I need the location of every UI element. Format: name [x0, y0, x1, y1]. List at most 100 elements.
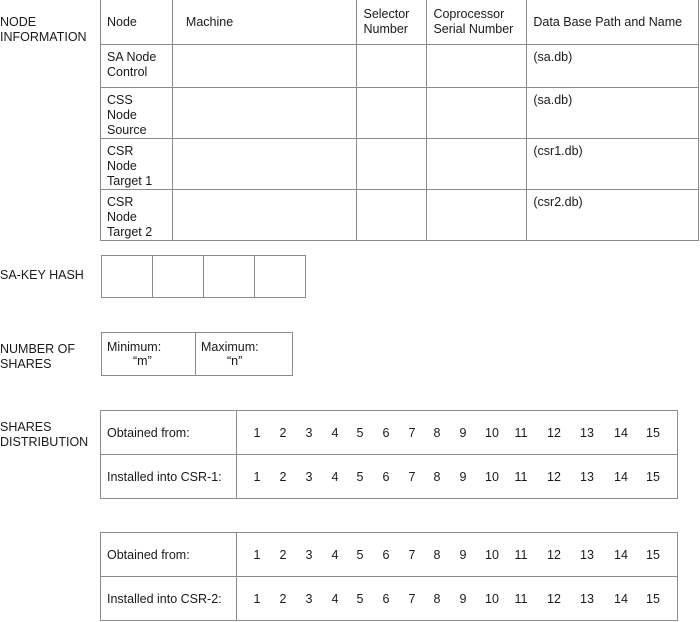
- node-cell: SA Node Control: [100, 44, 173, 88]
- share-number[interactable]: 12: [547, 592, 561, 606]
- header-coprocessor-serial-number: Coprocessor Serial Number: [426, 0, 528, 45]
- share-number[interactable]: 14: [614, 470, 628, 484]
- database-cell: (csr1.db): [526, 138, 699, 190]
- share-number[interactable]: 11: [515, 548, 528, 562]
- share-number[interactable]: 2: [280, 470, 287, 484]
- share-number[interactable]: 5: [357, 548, 364, 562]
- share-number[interactable]: 8: [434, 426, 441, 440]
- share-number[interactable]: 1: [254, 470, 261, 484]
- machine-cell[interactable]: [171, 44, 358, 88]
- obtained-row: Obtained from: 1 2 3 4 5 6 7 8 9 10 11 12 13 14 15: [100, 532, 678, 577]
- share-number[interactable]: 1: [254, 426, 261, 440]
- share-number[interactable]: 12: [547, 548, 561, 562]
- share-number[interactable]: 4: [332, 470, 339, 484]
- share-number[interactable]: 2: [280, 548, 287, 562]
- table-row: SA Node Control (sa.db): [100, 44, 699, 88]
- shares-distribution-table-csr2: Obtained from: 1 2 3 4 5 6 7 8 9 10 11 12 13 14 15 Ins…: [100, 532, 678, 621]
- share-number[interactable]: 10: [485, 470, 499, 484]
- share-number[interactable]: 6: [383, 592, 390, 606]
- share-number[interactable]: 5: [357, 592, 364, 606]
- share-number[interactable]: 6: [383, 548, 390, 562]
- number-of-shares-label: NUMBER OF SHARES: [0, 342, 75, 371]
- share-number[interactable]: 7: [409, 592, 416, 606]
- hash-box[interactable]: [152, 255, 204, 298]
- share-number[interactable]: 8: [434, 592, 441, 606]
- selector-cell[interactable]: [356, 44, 428, 88]
- share-number[interactable]: 9: [460, 592, 467, 606]
- table-row: CSS Node Source (sa.db): [100, 87, 699, 139]
- share-number[interactable]: 2: [280, 426, 287, 440]
- share-number[interactable]: 10: [485, 592, 499, 606]
- share-number[interactable]: 4: [332, 548, 339, 562]
- node-information-label: NODE INFORMATION: [0, 15, 87, 44]
- share-number[interactable]: 15: [646, 592, 660, 606]
- selector-cell[interactable]: [356, 189, 428, 241]
- serial-cell[interactable]: [426, 44, 528, 88]
- share-number[interactable]: 3: [306, 548, 313, 562]
- share-number[interactable]: 13: [580, 470, 594, 484]
- share-number[interactable]: 11: [515, 470, 528, 484]
- hash-box[interactable]: [254, 255, 306, 298]
- share-number[interactable]: 15: [646, 470, 660, 484]
- machine-cell[interactable]: [171, 189, 358, 241]
- selector-cell[interactable]: [356, 87, 428, 139]
- share-number[interactable]: 6: [383, 426, 390, 440]
- machine-cell[interactable]: [171, 87, 358, 139]
- share-number[interactable]: 15: [646, 426, 660, 440]
- header-machine: Machine: [171, 0, 358, 45]
- share-number[interactable]: 3: [306, 470, 313, 484]
- minimum-label: Minimum:: [107, 340, 162, 354]
- database-cell: (csr2.db): [526, 189, 699, 241]
- share-number[interactable]: 10: [485, 426, 499, 440]
- share-number[interactable]: 3: [306, 426, 313, 440]
- share-number[interactable]: 8: [434, 470, 441, 484]
- share-number[interactable]: 1: [254, 592, 261, 606]
- share-number[interactable]: 1: [254, 548, 261, 562]
- share-number[interactable]: 5: [357, 426, 364, 440]
- serial-cell[interactable]: [426, 189, 528, 241]
- share-number[interactable]: 6: [383, 470, 390, 484]
- row-label: Installed into CSR-2:: [100, 576, 237, 621]
- machine-cell[interactable]: [171, 138, 358, 190]
- share-number[interactable]: 12: [547, 426, 561, 440]
- row-label: Obtained from:: [100, 532, 237, 577]
- share-number[interactable]: 4: [332, 426, 339, 440]
- share-number[interactable]: 10: [485, 548, 499, 562]
- share-number[interactable]: 13: [580, 548, 594, 562]
- share-number[interactable]: 7: [409, 470, 416, 484]
- installed-row: Installed into CSR-1: 1 2 3 4 5 6 7 8 9 10 11 12 13 1…: [100, 454, 678, 499]
- minimum-box[interactable]: Minimum: “m”: [101, 332, 196, 376]
- hash-box[interactable]: [101, 255, 153, 298]
- maximum-label: Maximum:: [201, 340, 259, 354]
- share-number[interactable]: 2: [280, 592, 287, 606]
- node-cell: CSR Node Target 1: [100, 138, 173, 190]
- share-number[interactable]: 3: [306, 592, 313, 606]
- serial-cell[interactable]: [426, 138, 528, 190]
- share-number[interactable]: 9: [460, 426, 467, 440]
- share-number[interactable]: 12: [547, 470, 561, 484]
- share-number[interactable]: 13: [580, 592, 594, 606]
- selector-cell[interactable]: [356, 138, 428, 190]
- share-number[interactable]: 7: [409, 426, 416, 440]
- share-number[interactable]: 9: [460, 548, 467, 562]
- serial-cell[interactable]: [426, 87, 528, 139]
- share-number[interactable]: 14: [614, 592, 628, 606]
- node-information-table: Node Machine Selector Number Coprocessor…: [100, 0, 699, 241]
- share-number[interactable]: 8: [434, 548, 441, 562]
- share-number[interactable]: 5: [357, 470, 364, 484]
- share-number[interactable]: 7: [409, 548, 416, 562]
- node-table-header-row: Node Machine Selector Number Coprocessor…: [100, 0, 699, 45]
- header-node: Node: [100, 0, 173, 45]
- share-number[interactable]: 9: [460, 470, 467, 484]
- obtained-row: Obtained from: 1 2 3 4 5 6 7 8 9 10 11 12 13 14 15: [100, 410, 678, 455]
- share-number[interactable]: 11: [515, 426, 528, 440]
- share-number[interactable]: 14: [614, 548, 628, 562]
- maximum-box[interactable]: Maximum: “n”: [195, 332, 293, 376]
- hash-box[interactable]: [203, 255, 255, 298]
- share-number[interactable]: 13: [580, 426, 594, 440]
- share-number[interactable]: 14: [614, 426, 628, 440]
- share-number[interactable]: 4: [332, 592, 339, 606]
- share-number[interactable]: 15: [646, 548, 660, 562]
- share-number[interactable]: 11: [515, 592, 528, 606]
- database-cell: (sa.db): [526, 87, 699, 139]
